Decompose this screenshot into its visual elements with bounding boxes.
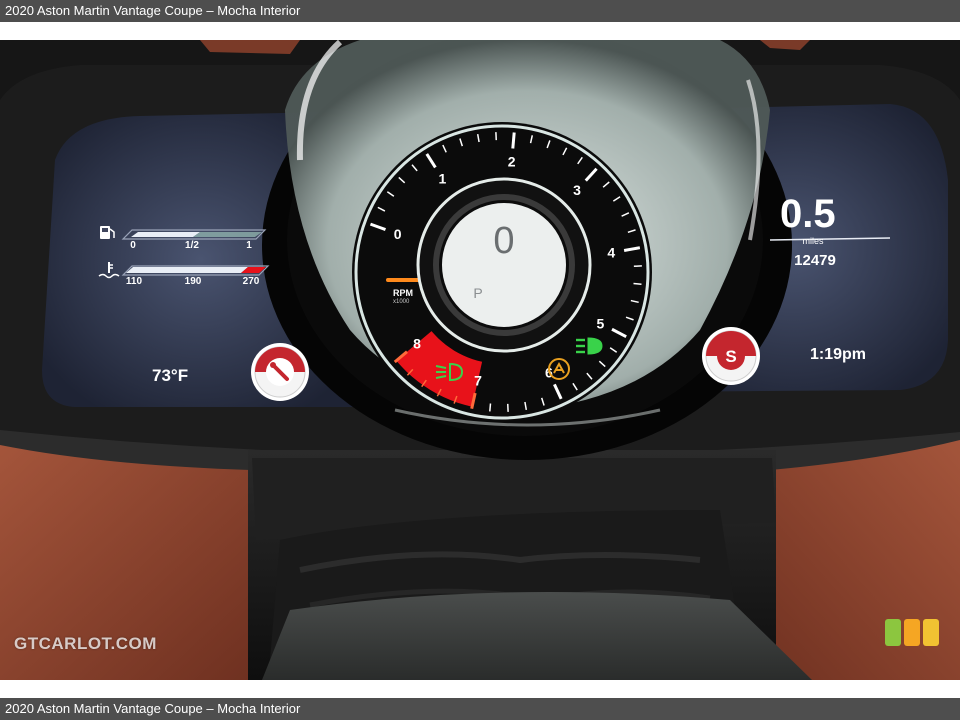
brand-square-yellow (923, 619, 939, 646)
speed-value: 0 (493, 220, 514, 262)
clock: 1:19pm (810, 346, 866, 363)
tach-label: 4 (607, 245, 615, 261)
caption-bar-top: 2020 Aston Martin Vantage Coupe – Mocha … (0, 0, 960, 22)
tach-minor-tick (489, 403, 492, 412)
gauge-scale-label: 1 (246, 240, 252, 251)
tach-label: 8 (413, 335, 421, 351)
outside-temperature: 73°F (152, 366, 188, 385)
gauge-scale-label: 110 (126, 276, 143, 287)
tach-major-tick (511, 132, 516, 149)
gauge-scale-label: 190 (185, 276, 202, 287)
brand-logo (885, 619, 939, 646)
center-console (262, 592, 812, 680)
high-beam-headlight-icon (576, 337, 603, 355)
drive-mode-letter: S (725, 347, 736, 366)
trip-distance: 0.5 (780, 192, 836, 236)
tach-label: 3 (573, 182, 581, 198)
gauge-scale-label: 0 (130, 240, 136, 251)
caption-text: 2020 Aston Martin Vantage Coupe – Mocha … (5, 3, 301, 18)
trip-unit: miles (802, 236, 824, 246)
brand-square-green (885, 619, 901, 646)
odometer-value: 12479 (794, 252, 836, 269)
tach-label: 5 (597, 315, 605, 331)
rpm-multiplier-label: x1000 (393, 299, 410, 305)
caption-bar-bottom: 2020 Aston Martin Vantage Coupe – Mocha … (0, 698, 960, 720)
drive-mode-dial: S (702, 327, 760, 385)
gear-indicator: P (473, 285, 482, 301)
dashboard-photo: 012345678 RPM x1000 0 P 0 1/2 1 110 190 … (0, 40, 960, 680)
tach-label: 0 (394, 226, 402, 242)
tach-label: 1 (438, 170, 446, 186)
tach-minor-tick (633, 282, 642, 285)
watermark: GTCARLOT.COM (14, 634, 157, 653)
left-status-dial (251, 343, 309, 401)
caption-text: 2020 Aston Martin Vantage Coupe – Mocha … (5, 701, 301, 716)
tach-label: 7 (474, 372, 482, 388)
gauge-scale-label: 270 (243, 276, 260, 287)
brand-square-orange (904, 619, 920, 646)
rpm-unit-label: RPM (393, 288, 413, 298)
gauge-scale-label: 1/2 (185, 240, 199, 251)
tach-label: 2 (508, 153, 516, 169)
